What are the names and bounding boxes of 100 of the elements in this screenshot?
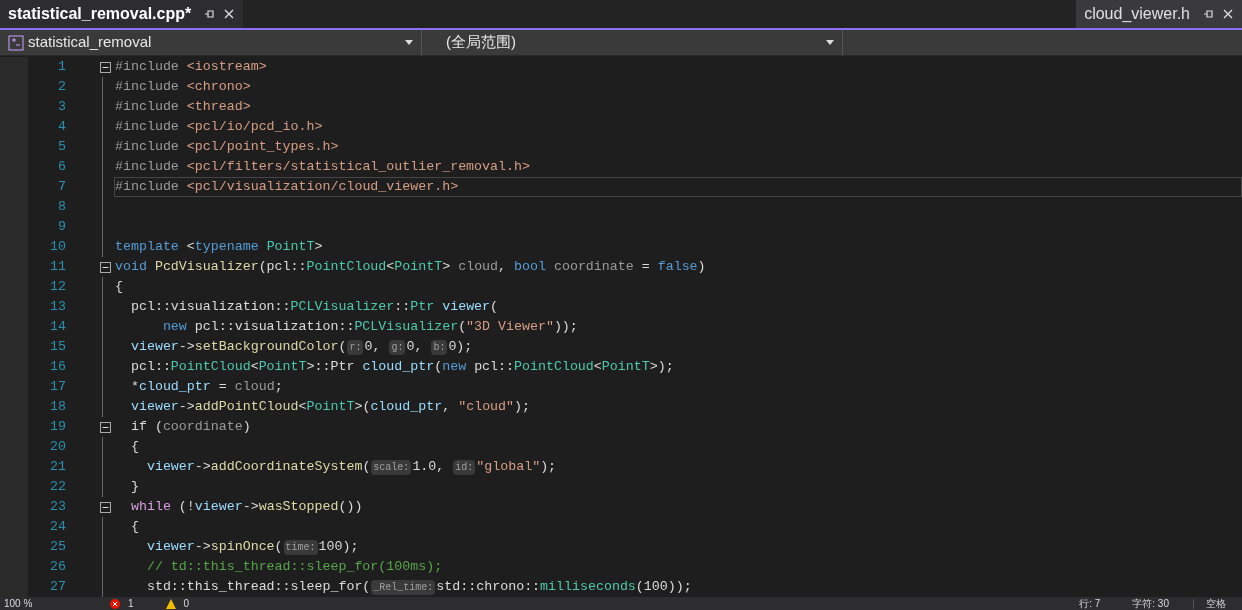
code-token: PCLVisualizer: [290, 298, 395, 317]
collapse-icon[interactable]: [100, 501, 111, 513]
code-token: >: [442, 258, 452, 277]
warning-count: 0: [183, 598, 190, 609]
code-token: pcl::visualization::: [129, 298, 291, 317]
code-token: );: [540, 458, 557, 477]
code-token: pcl::: [474, 358, 515, 377]
code-token: "cloud": [458, 398, 515, 417]
dropdown-caret-icon[interactable]: [826, 40, 834, 45]
line-number: 19: [49, 418, 66, 437]
line-number: 1: [57, 58, 66, 77]
project-dropdown[interactable]: statistical_removal: [0, 30, 422, 55]
code-token: ()): [338, 498, 363, 517]
zoom-level[interactable]: 100 %: [0, 598, 70, 609]
code-token: <: [250, 358, 259, 377]
error-icon[interactable]: [110, 598, 120, 609]
code-token: (: [458, 318, 467, 337]
code-token: if (: [129, 418, 163, 437]
line-number: 4: [57, 118, 66, 137]
code-token: >: [314, 238, 323, 257]
code-token: (: [490, 298, 499, 317]
collapse-icon[interactable]: [100, 61, 111, 73]
collapse-icon[interactable]: [100, 261, 111, 273]
code-token: (: [362, 458, 371, 477]
code-token: >);: [649, 358, 674, 377]
code-token: <: [386, 258, 395, 277]
line-number: 14: [49, 318, 66, 337]
code-token: "global": [476, 458, 541, 477]
code-token: PointT: [394, 258, 443, 277]
code-token: *: [129, 378, 139, 397]
code-token: new: [161, 318, 188, 337]
warning-icon[interactable]: [165, 598, 176, 609]
line-number: 16: [49, 358, 66, 377]
dropdown-caret-icon[interactable]: [405, 40, 413, 45]
pin-icon[interactable]: [203, 8, 216, 20]
code-token: >::Ptr: [306, 358, 356, 377]
collapse-icon[interactable]: [100, 421, 111, 433]
scope-dropdown[interactable]: (全局范围): [422, 30, 843, 55]
code-token: #include: [115, 78, 180, 97]
code-token: std::this_thread::sleep_for(: [145, 578, 371, 597]
code-token: =: [640, 258, 651, 277]
parameter-hint: scale:: [371, 459, 412, 475]
close-icon[interactable]: [1222, 8, 1234, 20]
code-token: ->: [178, 338, 195, 357]
line-number: 22: [49, 478, 66, 497]
line-number: 9: [57, 218, 66, 237]
code-token: ->: [178, 398, 195, 417]
code-token: viewer: [129, 398, 179, 417]
code-token: {: [129, 438, 139, 457]
code-token: PointT: [306, 398, 355, 417]
line-number: 13: [49, 298, 66, 317]
code-token: cloud_ptr: [370, 398, 443, 417]
code-token: <pcl/visualization/cloud_viewer.h>: [186, 178, 459, 197]
code-token: void: [115, 258, 148, 277]
pin-icon[interactable]: [1202, 8, 1214, 20]
line-number: 27: [49, 578, 66, 597]
code-token: viewer: [145, 458, 195, 477]
line-number: 26: [49, 558, 66, 577]
code-token: ->: [194, 538, 211, 557]
code-token: <pcl/io/pcd_io.h>: [186, 118, 323, 137]
code-token: // td::this_thread::sleep_for(100ms);: [145, 558, 443, 577]
editor-tab[interactable]: cloud_viewer.h: [1076, 0, 1242, 28]
code-token: PCLVisualizer: [354, 318, 459, 337]
code-token: #include: [115, 58, 180, 77]
line-number: 18: [49, 398, 66, 417]
code-token: (: [274, 538, 283, 557]
line-number: 7: [57, 178, 66, 197]
close-icon[interactable]: [223, 8, 236, 20]
line-number: 11: [49, 258, 66, 277]
code-token: pcl::: [129, 358, 171, 377]
code-token: coordinate: [162, 418, 243, 437]
editor-tab[interactable]: statistical_removal.cpp*: [0, 0, 244, 28]
code-token: template: [115, 238, 180, 257]
code-token: (100));: [635, 578, 692, 597]
code-token: viewer: [442, 298, 491, 317]
code-token: cloud_ptr: [362, 358, 435, 377]
code-token: "3D Viewer": [466, 318, 554, 337]
code-token: PointCloud: [514, 358, 594, 377]
line-number: 21: [49, 458, 66, 477]
code-token: 0,: [364, 338, 382, 357]
code-token: #include: [115, 158, 180, 177]
project-name: statistical_removal: [28, 32, 153, 53]
parameter-hint: r:: [347, 339, 364, 355]
code-token: cloud: [234, 378, 275, 397]
code-token: 0,: [406, 338, 424, 357]
code-token: milliseconds: [540, 578, 636, 597]
error-count: 1: [128, 598, 134, 609]
parameter-hint: g:: [389, 339, 406, 355]
parameter-hint: time:: [283, 539, 318, 555]
code-token: (!: [177, 498, 195, 517]
line-number: 15: [49, 338, 66, 357]
code-token: 100);: [318, 538, 359, 557]
code-token: 1.0,: [412, 458, 446, 477]
code-token: <pcl/point_types.h>: [186, 138, 339, 157]
indent-mode[interactable]: 空格: [1193, 598, 1242, 609]
line-number: 6: [57, 158, 66, 177]
code-token: PcdVisualizer: [154, 258, 259, 277]
code-token: #include: [115, 138, 180, 157]
code-token: <pcl/filters/statistical_outlier_removal.h>: [186, 158, 530, 177]
line-indicator: 行: 7: [1079, 598, 1101, 609]
